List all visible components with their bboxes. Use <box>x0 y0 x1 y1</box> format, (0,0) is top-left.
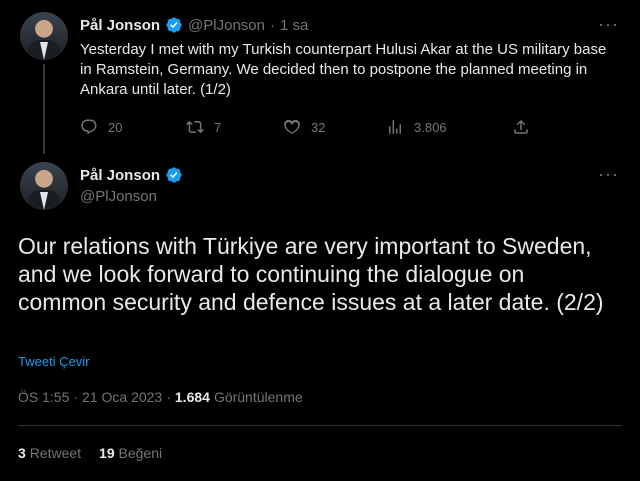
tweet1-actions: 20 7 32 3.806 <box>80 118 540 138</box>
engagement-stats: 3 Retweet 19 Beğeni <box>18 445 162 461</box>
author-name[interactable]: Pål Jonson <box>80 167 160 184</box>
avatar[interactable] <box>20 162 68 210</box>
views-label: Görüntülenme <box>213 389 303 405</box>
like-count: 32 <box>311 119 326 135</box>
separator: · <box>73 389 79 405</box>
separator: · <box>166 389 171 405</box>
verified-badge-icon <box>166 167 182 183</box>
retweet-count: 3 <box>18 445 26 461</box>
retweet-icon <box>186 120 204 134</box>
tweet-date[interactable]: 21 Oca 2023 <box>82 389 162 405</box>
views-count: 3.806 <box>414 119 447 135</box>
tweet1-text: Yesterday I met with my Turkish counterp… <box>80 41 607 98</box>
like-button[interactable]: 32 <box>283 118 325 136</box>
share-button[interactable] <box>512 118 530 136</box>
more-icon[interactable]: ··· <box>598 14 619 35</box>
divider <box>18 425 622 426</box>
views-count: 1.684 <box>174 389 210 405</box>
views-icon <box>389 120 401 134</box>
avatar[interactable] <box>20 12 68 60</box>
translate-link[interactable]: Tweeti Çevir <box>18 354 90 369</box>
reply-button[interactable]: 20 <box>80 118 122 136</box>
retweets-stat[interactable]: 3 Retweet <box>18 445 81 461</box>
reply-icon <box>81 119 97 135</box>
share-icon <box>514 119 528 134</box>
thread-connector <box>43 64 45 154</box>
tweet-time[interactable]: ÖS 1:55 <box>18 389 69 405</box>
retweet-label: Retweet <box>29 445 82 461</box>
tweet2-header-name: Pål Jonson <box>80 166 183 184</box>
more-icon[interactable]: ··· <box>598 164 619 185</box>
author-handle[interactable]: @PlJonson <box>188 17 265 34</box>
author-handle[interactable]: @PlJonson <box>80 188 157 205</box>
retweet-button[interactable]: 7 <box>186 118 221 136</box>
verified-badge-icon <box>166 17 182 33</box>
like-label: Beğeni <box>118 445 163 461</box>
reply-count: 20 <box>108 119 123 135</box>
like-count: 19 <box>99 445 115 461</box>
author-name[interactable]: Pål Jonson <box>80 17 160 34</box>
tweet-meta: ÖS 1:55 · 21 Oca 2023 · 1.684 Görüntülen… <box>18 389 303 405</box>
tweet2-text: Our relations with Türkiye are very impo… <box>18 233 604 315</box>
retweet-count: 7 <box>214 119 222 135</box>
views-button[interactable]: 3.806 <box>386 118 447 136</box>
tweet1-header: Pål Jonson @PlJonson · 1 sa <box>80 16 308 34</box>
separator: · <box>269 16 275 34</box>
tweet-time[interactable]: 1 sa <box>280 17 308 34</box>
heart-icon <box>284 119 300 134</box>
likes-stat[interactable]: 19 Beğeni <box>99 445 162 461</box>
